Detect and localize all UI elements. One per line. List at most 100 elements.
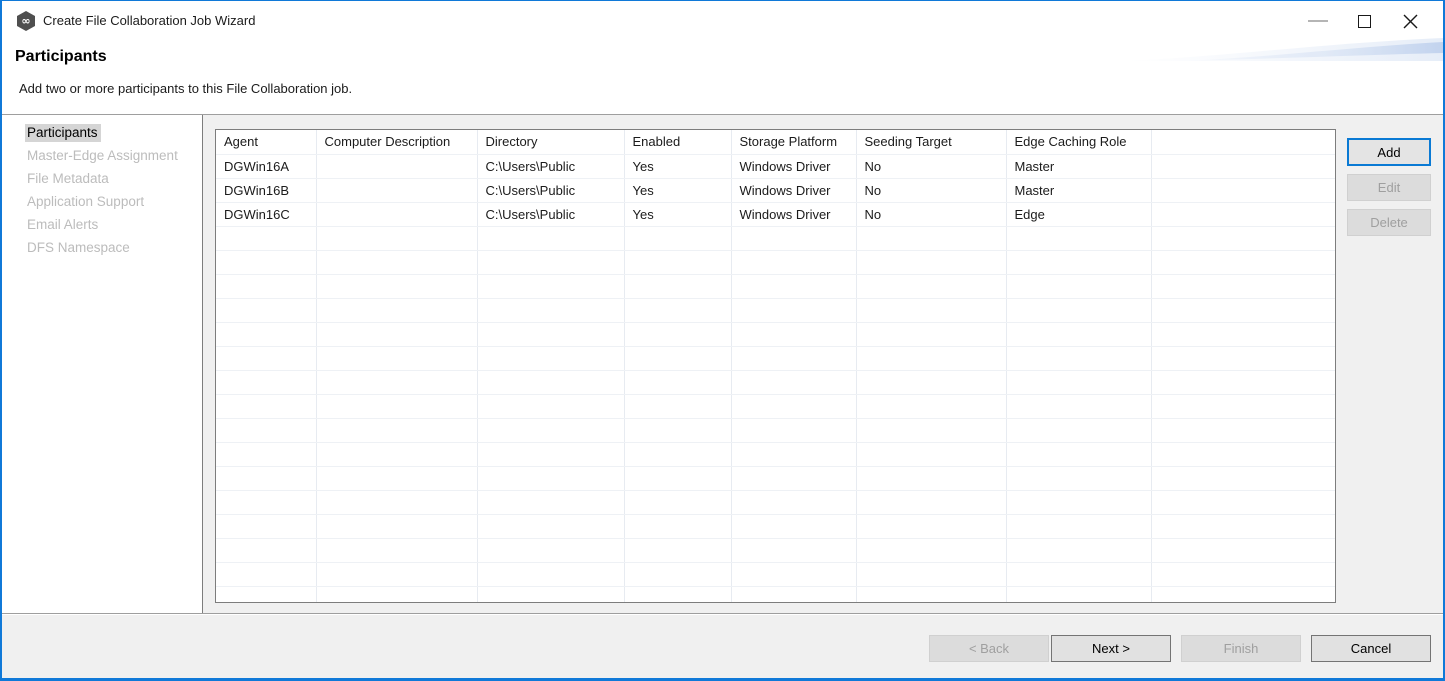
table-cell-empty (624, 514, 731, 538)
maximize-button[interactable] (1341, 1, 1387, 41)
table-row-empty (216, 418, 1335, 442)
table-cell-empty (1006, 418, 1151, 442)
table-cell: Yes (624, 202, 731, 226)
table-row-empty (216, 298, 1335, 322)
table-cell-empty (477, 394, 624, 418)
table-row-empty (216, 514, 1335, 538)
table-cell-empty (477, 250, 624, 274)
cancel-button[interactable]: Cancel (1311, 635, 1431, 662)
sidebar-item-label: Email Alerts (25, 216, 101, 234)
table-cell: Master (1006, 178, 1151, 202)
next-button[interactable]: Next > (1051, 635, 1171, 662)
table-row-dgwin16a[interactable]: DGWin16AC:\Users\PublicYesWindows Driver… (216, 154, 1335, 178)
table-cell-empty (477, 442, 624, 466)
sidebar-item-participants[interactable]: Participants (2, 122, 202, 145)
table-cell-empty (624, 298, 731, 322)
column-header-seeding-target[interactable]: Seeding Target (856, 130, 1006, 154)
edit-button: Edit (1347, 174, 1431, 201)
delete-button: Delete (1347, 209, 1431, 236)
sidebar-item-label: DFS Namespace (25, 239, 133, 257)
table-cell-empty (856, 250, 1006, 274)
table-cell-empty (1151, 442, 1335, 466)
table-cell-empty (316, 562, 477, 586)
table-cell-empty (624, 322, 731, 346)
table-cell: Yes (624, 178, 731, 202)
table-row-empty (216, 250, 1335, 274)
table-cell: DGWin16C (216, 202, 316, 226)
table-row-empty (216, 274, 1335, 298)
sidebar-item-label: Application Support (25, 193, 147, 211)
table-cell-empty (477, 562, 624, 586)
finish-button: Finish (1181, 635, 1301, 662)
table-cell-empty (731, 466, 856, 490)
column-header-directory[interactable]: Directory (477, 130, 624, 154)
table-cell-empty (1151, 586, 1335, 603)
table-cell-empty (1006, 514, 1151, 538)
table-cell-empty (1006, 250, 1151, 274)
table-cell-empty (1151, 370, 1335, 394)
column-header-agent[interactable]: Agent (216, 130, 316, 154)
table-cell-empty (477, 274, 624, 298)
table-cell-empty (1006, 538, 1151, 562)
participants-table-panel: AgentComputer DescriptionDirectoryEnable… (215, 129, 1336, 603)
table-cell-empty (731, 442, 856, 466)
sidebar-item-master-edge-assignment: Master-Edge Assignment (2, 145, 202, 168)
table-cell-empty (316, 298, 477, 322)
table-cell-empty (856, 490, 1006, 514)
table-cell: Edge (1006, 202, 1151, 226)
table-cell-empty (731, 586, 856, 603)
table-cell: Master (1006, 154, 1151, 178)
table-cell-empty (856, 514, 1006, 538)
table-cell: Windows Driver (731, 178, 856, 202)
table-row-dgwin16b[interactable]: DGWin16BC:\Users\PublicYesWindows Driver… (216, 178, 1335, 202)
table-cell-empty (216, 274, 316, 298)
table-cell-empty (856, 418, 1006, 442)
table-cell-empty (624, 538, 731, 562)
close-button[interactable] (1387, 1, 1433, 41)
table-cell-empty (216, 226, 316, 250)
table-cell-empty (216, 322, 316, 346)
column-header-computer-description[interactable]: Computer Description (316, 130, 477, 154)
table-cell-empty (1151, 274, 1335, 298)
table-cell-empty (1006, 226, 1151, 250)
minimize-button (1295, 1, 1341, 41)
table-cell-empty (856, 442, 1006, 466)
table-cell-empty (316, 322, 477, 346)
table-cell-empty (624, 490, 731, 514)
table-cell-empty (1006, 298, 1151, 322)
table-cell-empty (1006, 322, 1151, 346)
svg-text:∞: ∞ (21, 15, 30, 28)
table-cell-empty (316, 274, 477, 298)
table-cell: DGWin16B (216, 178, 316, 202)
add-button[interactable]: Add (1347, 138, 1431, 166)
table-cell-empty (856, 322, 1006, 346)
table-row-empty (216, 466, 1335, 490)
participants-table: AgentComputer DescriptionDirectoryEnable… (216, 130, 1335, 603)
table-cell-empty (477, 370, 624, 394)
table-cell-empty (624, 274, 731, 298)
table-cell-empty (1151, 226, 1335, 250)
table-cell (316, 178, 477, 202)
table-cell-empty (1151, 250, 1335, 274)
table-row-empty (216, 538, 1335, 562)
column-header-enabled[interactable]: Enabled (624, 130, 731, 154)
table-cell-empty (1151, 466, 1335, 490)
app-hexagon-icon: ∞ (15, 10, 37, 32)
table-cell-empty (477, 538, 624, 562)
table-cell: DGWin16A (216, 154, 316, 178)
sidebar-nav: ParticipantsMaster-Edge AssignmentFile M… (2, 115, 203, 613)
table-cell-empty (477, 490, 624, 514)
participant-action-buttons: Add Edit Delete (1347, 138, 1431, 236)
back-button: < Back (929, 635, 1049, 662)
table-row-dgwin16c[interactable]: DGWin16CC:\Users\PublicYesWindows Driver… (216, 202, 1335, 226)
table-cell-empty (316, 346, 477, 370)
sidebar-item-label: Master-Edge Assignment (25, 147, 181, 165)
participants-table-head: AgentComputer DescriptionDirectoryEnable… (216, 130, 1335, 154)
table-cell-empty (731, 250, 856, 274)
table-cell-empty (1006, 466, 1151, 490)
column-header-edge-caching-role[interactable]: Edge Caching Role (1006, 130, 1151, 154)
table-cell-empty (216, 490, 316, 514)
table-cell-empty (216, 418, 316, 442)
table-cell-empty (316, 514, 477, 538)
column-header-storage-platform[interactable]: Storage Platform (731, 130, 856, 154)
